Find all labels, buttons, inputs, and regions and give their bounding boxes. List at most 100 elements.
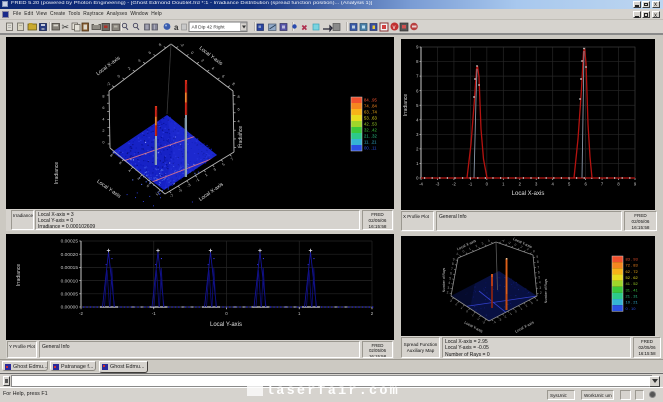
svg-text:00. .11: 00. .11 (364, 146, 377, 151)
svg-text:8: 8 (238, 95, 240, 99)
svg-text:3: 3 (213, 168, 217, 172)
svg-text:2: 2 (371, 311, 374, 316)
svg-text:4: 4 (102, 118, 104, 122)
svg-text:0.00000: 0.00000 (61, 305, 79, 311)
svg-text:Irradiance: Irradiance (16, 264, 22, 286)
svg-text:2: 2 (127, 66, 131, 70)
svg-text:4: 4 (238, 120, 240, 124)
svg-text:-4: -4 (492, 320, 497, 325)
svg-text:Local Y-axis: Local Y-axis (198, 45, 224, 67)
svg-text:-3: -3 (498, 317, 503, 322)
svg-text:8: 8 (158, 43, 162, 47)
svg-text:Irradiance: Irradiance (403, 94, 409, 116)
svg-text:9: 9 (536, 255, 538, 259)
svg-text:-2: -2 (179, 43, 184, 48)
svg-text:Local Y-axis: Local Y-axis (210, 322, 242, 328)
svg-text:0: 0 (102, 140, 104, 144)
svg-text:Local X-axis: Local X-axis (198, 181, 225, 202)
svg-text:-1: -1 (195, 178, 200, 183)
svg-text:-4: -4 (419, 182, 423, 187)
svg-text:4: 4 (487, 239, 491, 243)
svg-text:-2: -2 (476, 316, 481, 321)
svg-text:0: 0 (117, 74, 121, 78)
svg-text:0: 0 (190, 51, 194, 55)
svg-text:2: 2 (475, 244, 479, 248)
svg-text:0: 0 (514, 309, 518, 313)
svg-text:4: 4 (552, 182, 555, 187)
svg-text:52 . 62: 52 . 62 (626, 275, 639, 280)
svg-text:0: 0 (465, 309, 469, 313)
svg-text:5: 5 (538, 276, 540, 280)
svg-text:4: 4 (127, 169, 131, 173)
svg-text:1: 1 (502, 182, 505, 187)
svg-text:Local Y-axis: Local Y-axis (96, 179, 122, 200)
svg-text:-2: -2 (106, 82, 111, 87)
svg-text:-1: -1 (470, 313, 475, 318)
svg-text:1: 1 (468, 247, 472, 251)
svg-text:6: 6 (102, 106, 104, 110)
svg-text:4: 4 (535, 298, 539, 302)
svg-text:3: 3 (481, 241, 485, 245)
svg-text:6: 6 (532, 249, 536, 253)
svg-text:-1: -1 (152, 311, 156, 316)
svg-text:Irradiance: Irradiance (238, 126, 244, 148)
svg-text:-7: -7 (169, 193, 174, 198)
svg-text:0.00020: 0.00020 (61, 252, 79, 258)
svg-text:32. .42: 32. .42 (364, 128, 377, 133)
svg-text:-1: -1 (455, 252, 459, 257)
svg-text:Number of Rays: Number of Rays (544, 278, 548, 303)
svg-text:Local Y-axis: Local Y-axis (464, 321, 484, 334)
svg-text:7: 7 (537, 265, 539, 269)
svg-text:7: 7 (601, 182, 604, 187)
svg-text:72 . 83: 72 . 83 (626, 263, 639, 268)
svg-text:2: 2 (447, 291, 449, 295)
svg-text:0: 0 (146, 184, 150, 188)
svg-text:2: 2 (455, 302, 459, 306)
svg-text:9: 9 (453, 257, 455, 261)
svg-text:4: 4 (138, 59, 142, 63)
svg-text:0: 0 (225, 311, 228, 316)
svg-text:8: 8 (537, 260, 539, 264)
svg-text:-5: -5 (178, 188, 183, 193)
svg-text:5: 5 (568, 182, 571, 187)
svg-text:2: 2 (525, 304, 529, 308)
svg-text:2: 2 (200, 59, 204, 63)
svg-text:-3: -3 (481, 320, 486, 325)
svg-text:5: 5 (221, 162, 225, 166)
svg-text:6: 6 (450, 272, 452, 276)
svg-text:4: 4 (211, 66, 215, 70)
svg-text:6: 6 (416, 88, 419, 93)
svg-text:-3: -3 (186, 183, 191, 188)
svg-text:8: 8 (416, 59, 419, 64)
svg-text:7: 7 (416, 74, 419, 79)
svg-text:a: a (174, 23, 179, 32)
svg-text:0: 0 (416, 176, 419, 181)
svg-text:4: 4 (448, 281, 450, 285)
svg-text:6: 6 (538, 270, 540, 274)
svg-text:1: 1 (460, 306, 464, 310)
svg-text:-2: -2 (503, 314, 508, 319)
svg-text:-2: -2 (79, 311, 83, 316)
svg-text:-1: -1 (469, 182, 473, 187)
svg-text:✖: ✖ (301, 24, 308, 33)
svg-text:8: 8 (452, 262, 454, 266)
svg-text:31 . 41: 31 . 41 (626, 287, 639, 292)
svg-text:0: 0 (514, 243, 518, 247)
svg-text:9: 9 (416, 45, 419, 50)
svg-text:3: 3 (535, 182, 538, 187)
svg-text:7: 7 (451, 267, 453, 271)
svg-text:Local X-axis: Local X-axis (514, 320, 534, 333)
svg-text:3: 3 (447, 286, 449, 290)
svg-text:74. .84: 74. .84 (364, 104, 377, 109)
svg-text:2: 2 (137, 176, 141, 180)
svg-text:4: 4 (539, 281, 541, 285)
svg-text:-1: -1 (508, 312, 513, 317)
svg-text:7: 7 (230, 157, 234, 161)
svg-text:-4: -4 (501, 238, 505, 243)
svg-text:✂: ✂ (62, 22, 70, 32)
svg-text:8: 8 (617, 182, 620, 187)
svg-text:3: 3 (449, 299, 453, 303)
svg-text:2: 2 (540, 291, 542, 295)
svg-text:6: 6 (238, 107, 240, 111)
svg-text:3: 3 (530, 301, 534, 305)
